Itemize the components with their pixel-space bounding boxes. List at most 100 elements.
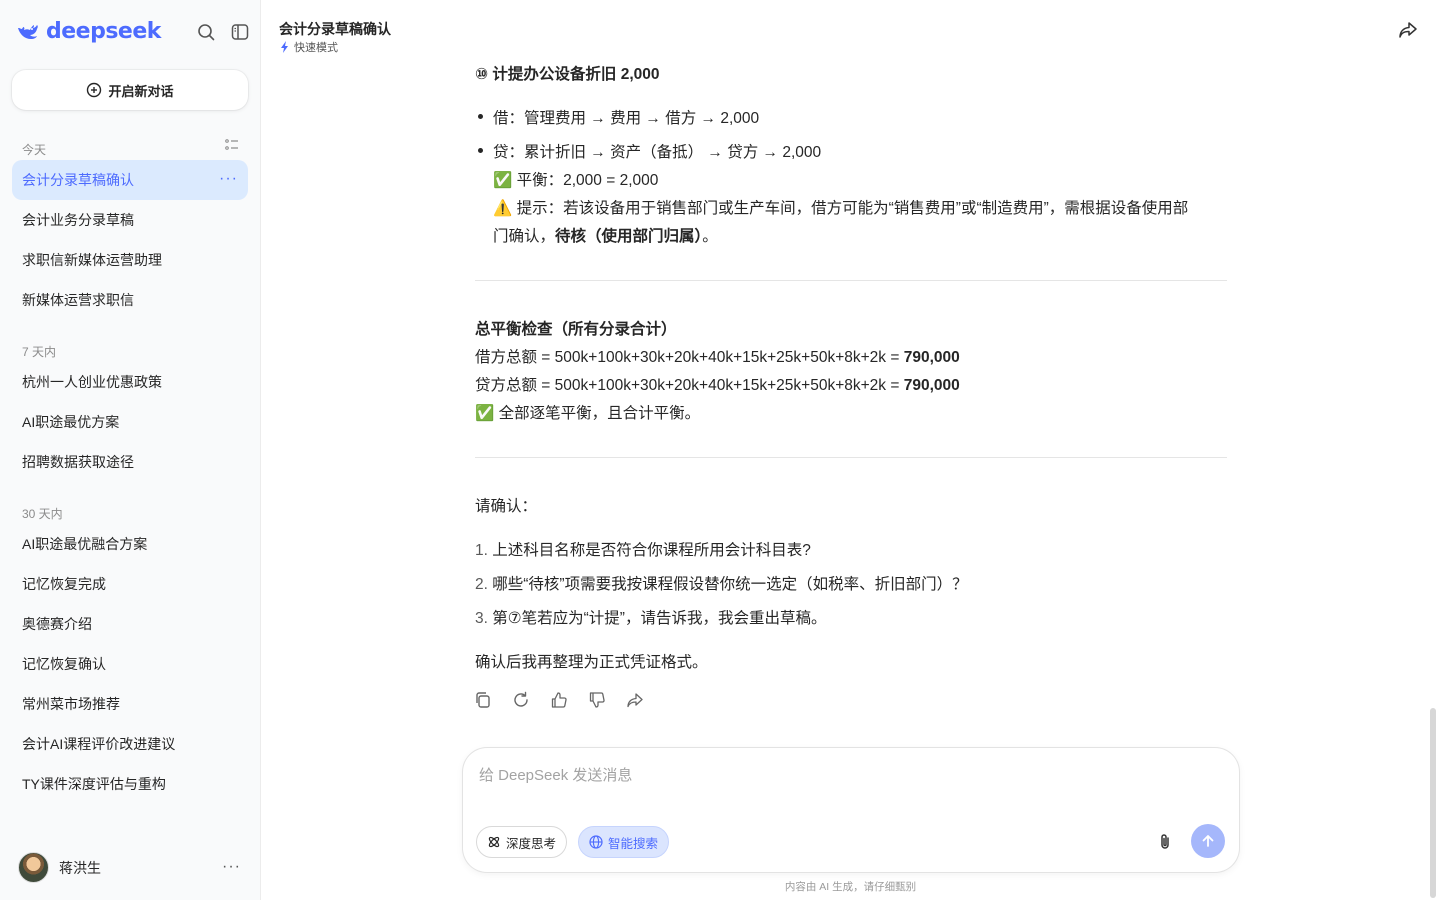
divider [475, 457, 1227, 458]
total-debit-value: 790,000 [903, 349, 960, 366]
sidebar-item-label: 会计AI课程评价改进建议 [22, 736, 176, 752]
atom-icon [488, 836, 500, 848]
warning-text-bold: 待核（使用部门归属） [555, 228, 703, 245]
closing-text: 确认后我再整理为正式凭证格式。 [475, 654, 708, 671]
sidebar-item-label: AI职途最优融合方案 [22, 536, 148, 552]
scrollbar[interactable] [1430, 708, 1436, 898]
smart-search-button[interactable]: 智能搜索 [578, 826, 670, 858]
confirm-item-text: 上述科目名称是否符合你课程所用会计科目表? [492, 542, 811, 559]
mode-label: 快速模式 [294, 42, 338, 54]
deepseek-logo-icon [18, 24, 38, 39]
confirm-item: 3. 第⑦笔若应为“计提”，请告诉我，我会重出草稿。 [475, 606, 826, 628]
deep-think-label: 深度思考 [506, 836, 557, 851]
list-icon[interactable] [225, 138, 239, 152]
debit-line: 借：管理费用 → 费用 → 借方 → 2,000 [493, 110, 760, 127]
total-credit-formula: 贷方总额 = 500k+100k+30k+20k+40k+15k+25k+50k… [475, 377, 904, 394]
plus-circle-icon [87, 82, 102, 98]
warning-text-post: 。 [702, 228, 718, 245]
sidebar-item-label: 奥德赛介绍 [22, 616, 92, 632]
sidebar-item-active[interactable]: 会计分录草稿确认 ··· [12, 160, 248, 200]
message-composer: 深度思考 智能搜索 [463, 748, 1239, 872]
list-bullet [478, 114, 483, 119]
share-icon[interactable] [1398, 20, 1418, 40]
ai-disclaimer: 内容由 AI 生成，请仔细甄别 [784, 881, 917, 893]
total-credit-value: 790,000 [903, 377, 960, 394]
total-title: 总平衡检查（所有分录合计） [475, 321, 677, 338]
entry-title: ⑩ 计提办公设备折旧 2,000 [475, 66, 660, 83]
credit-line: 贷：累计折旧 → 资产（备抵） → 贷方 → 2,000 [493, 144, 822, 161]
balance-line: ✅ 平衡：2,000 = 2,000 [493, 168, 658, 190]
group-label-30days: 30 天内 [22, 507, 63, 521]
total-debit-formula: 借方总额 = 500k+100k+30k+20k+40k+15k+25k+50k… [475, 349, 904, 366]
confirm-item-number: 3. [475, 610, 488, 627]
more-options-icon[interactable]: ··· [219, 171, 238, 187]
warning-text-pre: 门确认， [493, 228, 556, 245]
deep-think-button[interactable]: 深度思考 [476, 826, 568, 858]
search-icon[interactable] [195, 21, 217, 43]
sidebar-item[interactable]: 记忆恢复确认 [12, 644, 248, 684]
copy-icon[interactable] [474, 691, 492, 709]
user-more-icon[interactable]: ··· [222, 858, 241, 876]
sidebar-item-label: TY课件深度评估与重构 [22, 776, 166, 792]
send-button[interactable] [1191, 824, 1225, 858]
sidebar-item[interactable]: 会计业务分录草稿 [12, 200, 248, 240]
sidebar-toggle-icon[interactable] [229, 21, 251, 43]
sidebar-item[interactable]: 杭州一人创业优惠政策 [12, 362, 248, 402]
arrow-up-icon [1202, 835, 1214, 847]
thumbs-down-icon[interactable] [588, 691, 606, 709]
sidebar-item-label: 会计分录草稿确认 [22, 172, 134, 188]
warning-icon: ⚠️ [493, 200, 513, 217]
regenerate-icon[interactable] [512, 691, 530, 709]
sidebar-item[interactable]: 奥德赛介绍 [12, 604, 248, 644]
sidebar-fade [0, 812, 260, 842]
smart-search-label: 智能搜索 [608, 836, 659, 851]
total-ok-text: 全部逐笔平衡，且合计平衡。 [498, 405, 701, 422]
group-label-today: 今天 [22, 143, 47, 157]
sidebar: deepseek 开启新对话 今天 会计分录草稿确认 ··· 会计业务分录草稿 … [0, 0, 261, 900]
divider [475, 280, 1227, 281]
sidebar-item-label: 求职信新媒体运营助理 [22, 252, 162, 268]
group-label-7days: 7 天内 [22, 345, 57, 359]
sidebar-item[interactable]: 新媒体运营求职信 [12, 280, 248, 320]
lightning-icon [281, 41, 288, 53]
brand-name: deepseek [46, 19, 161, 44]
total-credit: 贷方总额 = 500k+100k+30k+20k+40k+15k+25k+50k… [475, 373, 960, 395]
total-ok: ✅ 全部逐笔平衡，且合计平衡。 [475, 401, 700, 423]
sidebar-item[interactable]: 求职信新媒体运营助理 [12, 240, 248, 280]
sidebar-item[interactable]: 记忆恢复完成 [12, 564, 248, 604]
paperclip-icon[interactable] [1155, 832, 1175, 852]
sidebar-item-label: 记忆恢复完成 [22, 576, 106, 592]
confirm-item: 1. 上述科目名称是否符合你课程所用会计科目表? [475, 538, 811, 560]
sidebar-item-label: 常州菜市场推荐 [22, 696, 120, 712]
list-bullet [478, 148, 483, 153]
brand[interactable]: deepseek [16, 19, 161, 44]
sidebar-item[interactable]: 招聘数据获取途径 [12, 442, 248, 482]
check-icon: ✅ [493, 172, 513, 189]
new-chat-label: 开启新对话 [108, 83, 174, 99]
share-icon[interactable] [626, 691, 644, 709]
sidebar-item[interactable]: AI职途最优融合方案 [12, 524, 248, 564]
total-debit: 借方总额 = 500k+100k+30k+20k+40k+15k+25k+50k… [475, 345, 960, 367]
sidebar-item[interactable]: 常州菜市场推荐 [12, 684, 248, 724]
message-input[interactable] [479, 764, 1219, 804]
sidebar-item[interactable]: TY课件深度评估与重构 [12, 764, 248, 804]
confirm-title: 请确认： [475, 498, 538, 515]
user-name: 蒋洪生 [59, 859, 101, 876]
confirm-item: 2. 哪些“待核”项需要我按课程假设替你统一选定（如税率、折旧部门）？ [475, 572, 968, 594]
sidebar-item[interactable]: AI职途最优方案 [12, 402, 248, 442]
sidebar-item-label: 杭州一人创业优惠政策 [22, 374, 162, 390]
warning-line-2: 门确认，待核（使用部门归属）。 [493, 224, 718, 246]
new-chat-button[interactable]: 开启新对话 [12, 70, 248, 110]
sidebar-item[interactable]: 会计AI课程评价改进建议 [12, 724, 248, 764]
confirm-item-text: 第⑦笔若应为“计提”，请告诉我，我会重出草稿。 [492, 610, 827, 627]
confirm-item-number: 1. [475, 542, 488, 559]
warning-line: ⚠️ 提示：若该设备用于销售部门或生产车间，借方可能为“销售费用”或“制造费用”… [493, 196, 1188, 218]
thumbs-up-icon[interactable] [550, 691, 568, 709]
chat-title: 会计分录草稿确认 [279, 21, 391, 37]
sidebar-item-label: 招聘数据获取途径 [22, 454, 134, 470]
balance-text: 平衡：2,000 = 2,000 [516, 172, 659, 189]
sidebar-item-label: 记忆恢复确认 [22, 656, 106, 672]
check-icon: ✅ [475, 405, 495, 422]
mode-indicator: 快速模式 [280, 39, 338, 55]
sidebar-item-label: 会计业务分录草稿 [22, 212, 134, 228]
